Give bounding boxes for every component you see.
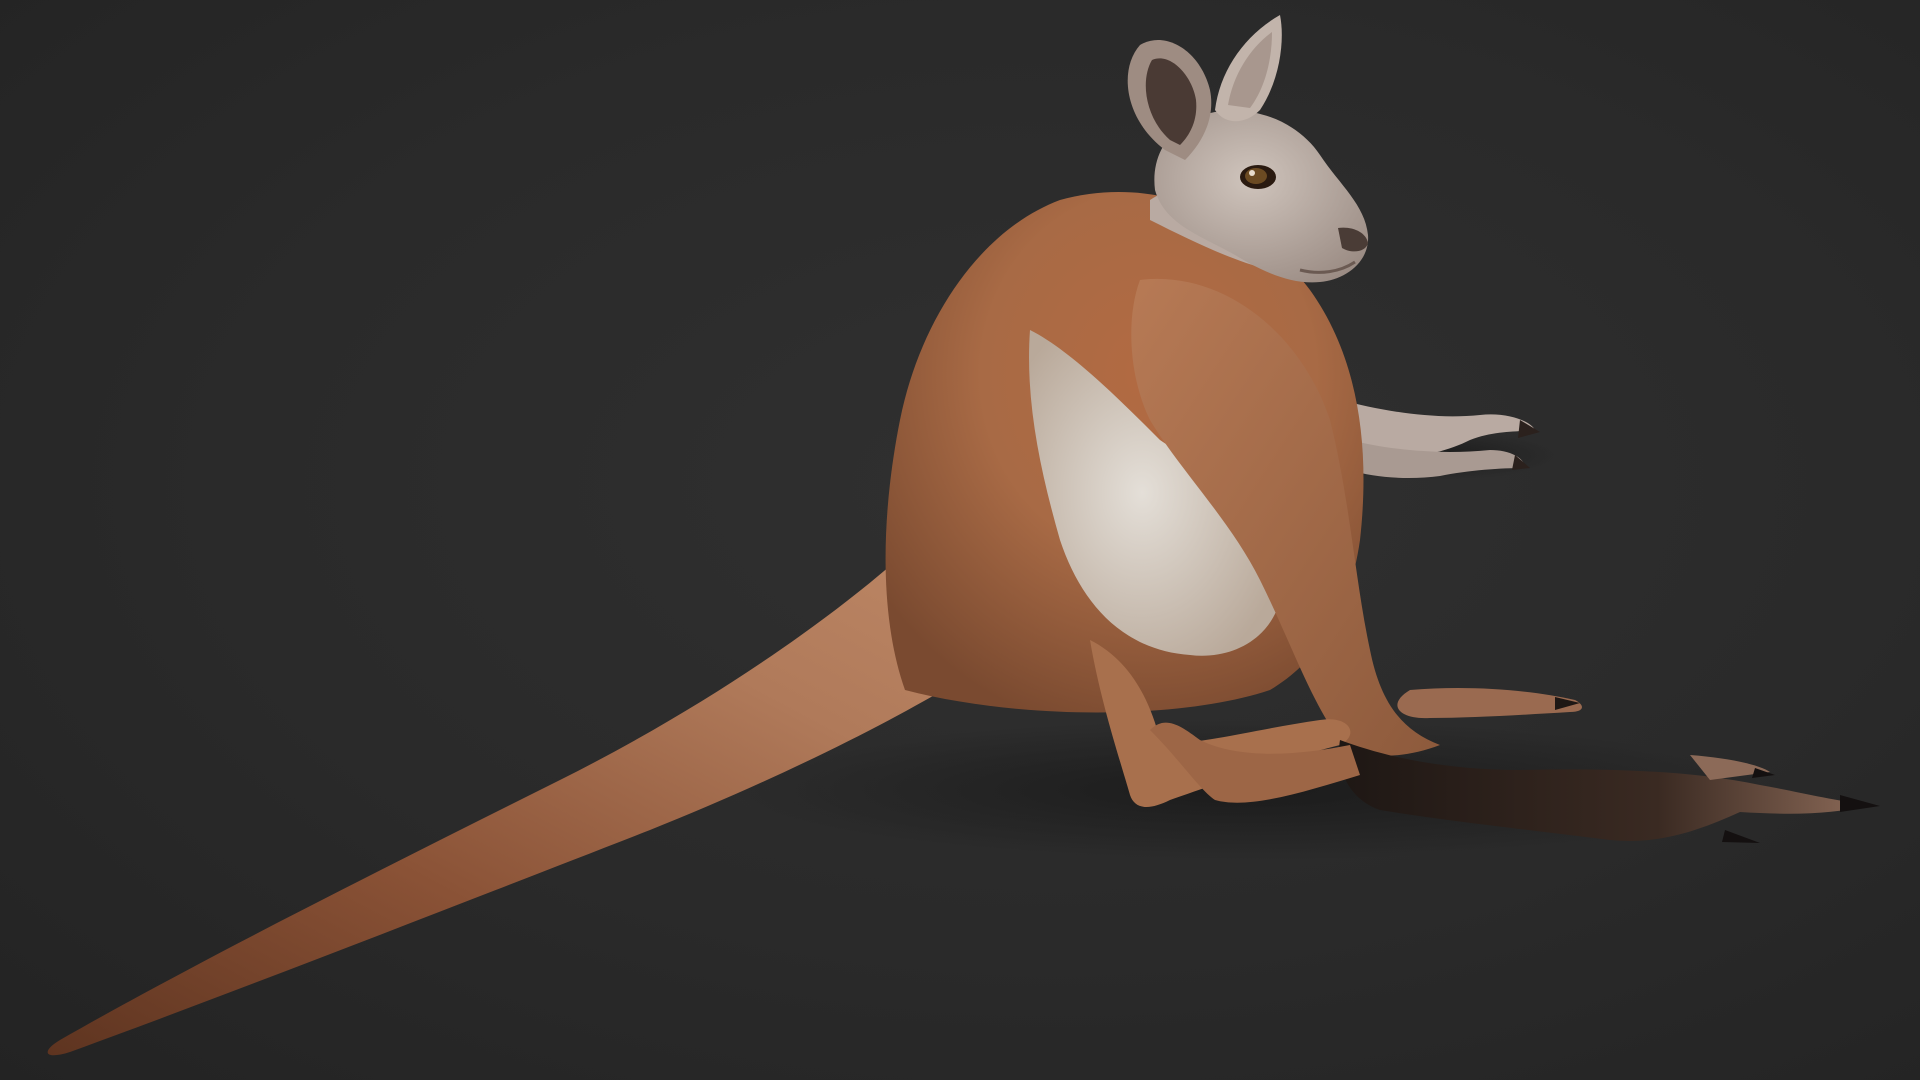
kangaroo-illustration: [47, 15, 1880, 1056]
eye-highlight: [1249, 170, 1255, 176]
kangaroo-iris: [1245, 168, 1267, 184]
far-foot: [1397, 688, 1582, 719]
render-canvas: [0, 0, 1920, 1080]
